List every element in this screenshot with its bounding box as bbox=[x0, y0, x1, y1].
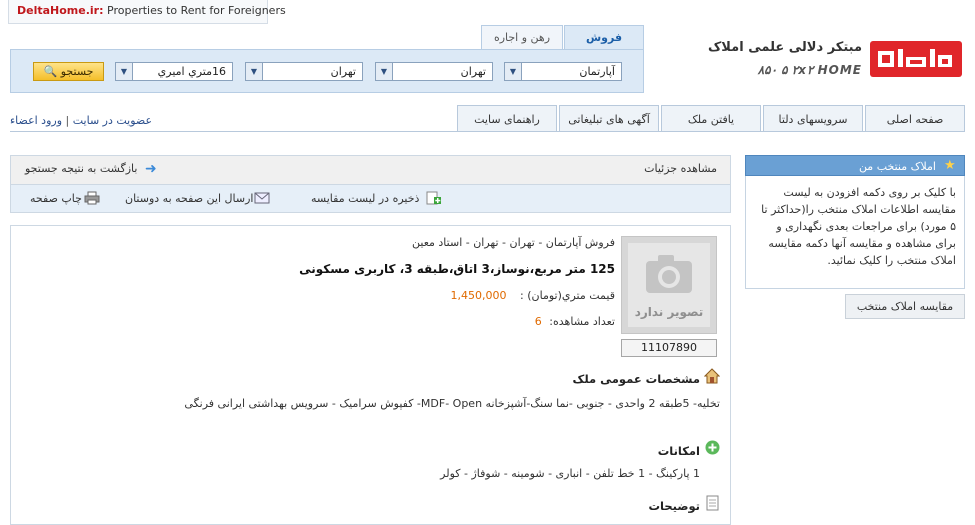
property-breadcrumb: فروش آپارتمان - تهران - تهران - استاد مع… bbox=[412, 236, 615, 249]
nav-guide[interactable]: راهنمای سایت bbox=[457, 105, 557, 132]
property-photo[interactable]: تصویر ندارد bbox=[621, 236, 717, 334]
document-icon bbox=[706, 495, 719, 511]
city-value: تهران bbox=[330, 65, 356, 78]
price-label: قیمت متري(تومان) : bbox=[520, 289, 615, 302]
logo-title: مبتکر دلالی علمی املاک bbox=[707, 40, 862, 55]
delta-logo[interactable] bbox=[870, 41, 962, 77]
property-type-value: آپارتمان bbox=[579, 65, 615, 78]
logo-glyph-icon bbox=[878, 49, 952, 67]
account-links: عضويت در سايت | ورود اعضاء bbox=[10, 114, 152, 127]
print-link[interactable]: چاپ صفحه bbox=[30, 192, 82, 205]
chevron-down-icon: ▼ bbox=[376, 63, 393, 80]
camera-icon bbox=[646, 255, 692, 293]
separator: | bbox=[65, 114, 70, 127]
arrow-right-icon[interactable]: ➜ bbox=[145, 162, 157, 176]
tab-sale[interactable]: فروش bbox=[564, 25, 644, 49]
general-specs-title: مشخصات عمومی ملک bbox=[572, 372, 700, 386]
nav-divider bbox=[10, 131, 965, 132]
star-icon: ★ bbox=[944, 158, 956, 173]
tab-rent[interactable]: رهن و اجاره bbox=[481, 25, 563, 49]
search-button[interactable]: 🔍 جستجو bbox=[33, 62, 104, 81]
chevron-down-icon: ▼ bbox=[246, 63, 263, 80]
search-button-label: جستجو bbox=[60, 65, 94, 78]
nav-services[interactable]: سرویسهای دلتا bbox=[763, 105, 863, 132]
top-banner[interactable]: DeltaHome.ir: Properties to Rent for For… bbox=[8, 0, 286, 24]
property-type-select[interactable]: ▼ آپارتمان bbox=[504, 62, 622, 81]
general-specs-text: تخلیه- 5طبقه 2 واحدی - جنوبی -نما سنگ-آش… bbox=[184, 397, 720, 410]
area-value: 16متري اميري bbox=[157, 65, 226, 78]
province-value: تهران bbox=[460, 65, 486, 78]
description-title: توضیحات bbox=[648, 499, 701, 513]
amenities-text: 1 پارکینگ - 1 خط تلفن - انباری - شومینه … bbox=[440, 467, 700, 480]
nav-ads[interactable]: آگهی های تبلیغاتی bbox=[559, 105, 659, 132]
logo-phone: ۸۵۰ ۵ ۲x۲ HOME bbox=[757, 63, 862, 77]
city-select[interactable]: ▼ تهران bbox=[245, 62, 363, 81]
property-code: 11107890 bbox=[621, 339, 717, 357]
amenities-title: امکانات bbox=[657, 444, 700, 458]
sidebar-title: املاک منتخب من bbox=[745, 155, 965, 176]
send-to-friends-link[interactable]: ارسال این صفحه به دوستان bbox=[125, 192, 253, 205]
register-link[interactable]: عضويت در سايت bbox=[73, 114, 152, 127]
banner-text[interactable]: Properties to Rent for Foreigners bbox=[107, 4, 286, 17]
area-select[interactable]: ▼ 16متري اميري bbox=[115, 62, 233, 81]
plus-circle-icon bbox=[705, 440, 720, 455]
printer-icon[interactable] bbox=[84, 191, 100, 205]
save-compare-link[interactable]: ذخیره در لیست مقایسه bbox=[311, 192, 419, 205]
property-title: 125 متر مربع،نوساز،3 اتاق،طبقه 3، کاربری… bbox=[299, 262, 615, 276]
views-label: تعداد مشاهده: bbox=[549, 315, 615, 328]
no-photo-text: تصویر ندارد bbox=[634, 305, 704, 319]
nav-home[interactable]: صفحه اصلی bbox=[865, 105, 965, 132]
house-icon bbox=[704, 368, 720, 384]
login-link[interactable]: ورود اعضاء bbox=[10, 114, 62, 127]
back-to-results-link[interactable]: بازگشت به نتیجه جستجو bbox=[25, 162, 137, 175]
chevron-down-icon: ▼ bbox=[116, 63, 133, 80]
views-row: تعداد مشاهده: 6 bbox=[300, 315, 615, 328]
views-value: 6 bbox=[534, 315, 542, 328]
price-value: 1,450,000 bbox=[450, 289, 507, 302]
price-row: قیمت متري(تومان) : 1,450,000 bbox=[300, 289, 615, 302]
sidebar-text: با کلیک بر روی دکمه افزودن به لیست مقایس… bbox=[745, 176, 965, 289]
nav-find-property[interactable]: یافتن ملک bbox=[661, 105, 761, 132]
add-to-compare-icon[interactable] bbox=[426, 191, 442, 205]
compare-selected-button[interactable]: مقایسه املاک منتخب bbox=[845, 294, 965, 319]
chevron-down-icon: ▼ bbox=[505, 63, 522, 80]
search-icon: 🔍 bbox=[43, 65, 58, 78]
banner-site[interactable]: DeltaHome.ir: bbox=[17, 4, 104, 17]
mail-icon[interactable] bbox=[254, 191, 270, 205]
detail-title: مشاهده جزئیات bbox=[644, 162, 717, 175]
province-select[interactable]: ▼ تهران bbox=[375, 62, 493, 81]
